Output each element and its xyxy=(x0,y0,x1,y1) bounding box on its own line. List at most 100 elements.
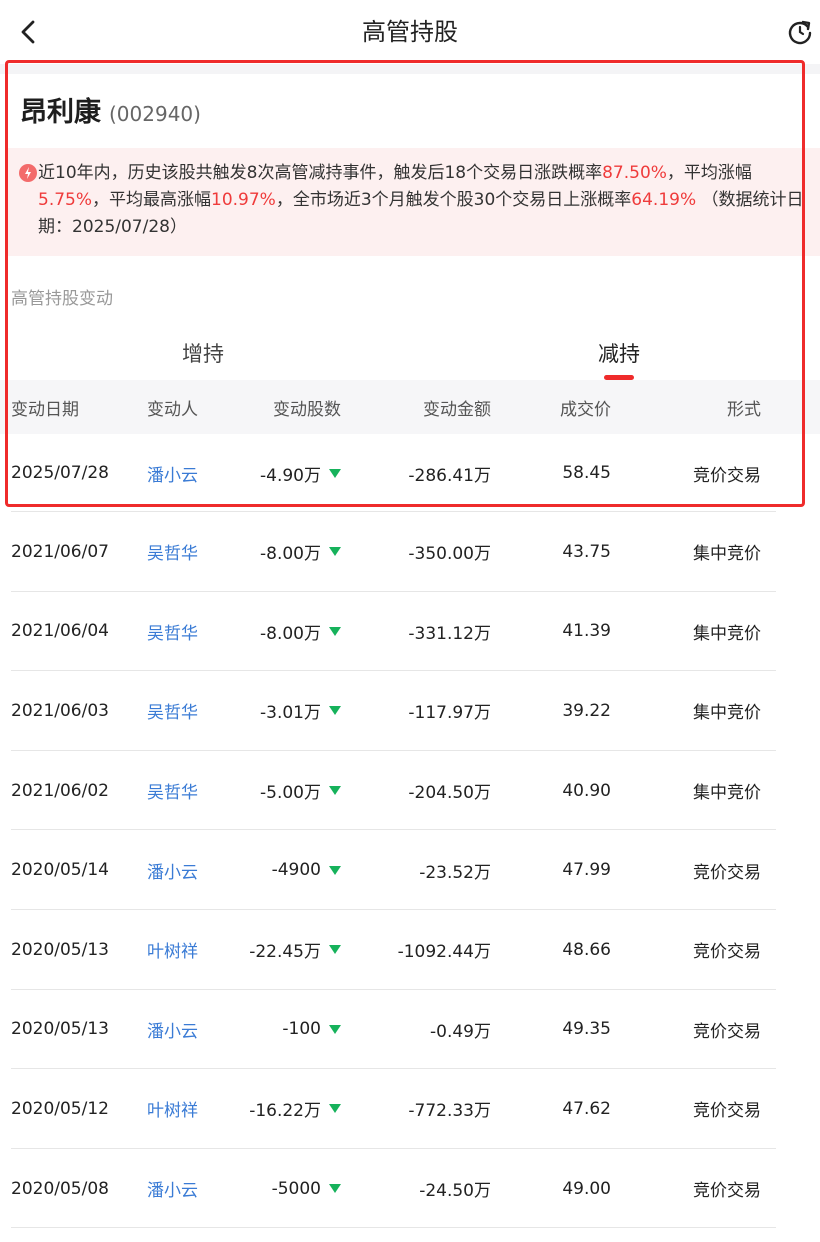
cell-amount: -772.33万 xyxy=(350,1069,491,1149)
cell-person-link[interactable]: 叶树祥 xyxy=(147,1069,198,1149)
cell-person-link-text: 吴哲华 xyxy=(147,544,198,565)
cell-price: 43.75 xyxy=(480,512,611,592)
table-row[interactable]: 2020/05/14 潘小云 -4900 -23.52万 47.99 竞价交易 xyxy=(0,830,820,910)
down-triangle-icon xyxy=(329,626,341,636)
column-header-person: 变动人 xyxy=(147,399,198,420)
section-title: 高管持股变动 xyxy=(11,289,113,309)
cell-date-text: 2020/05/12 xyxy=(11,1098,109,1119)
cell-amount: -286.41万 xyxy=(350,434,491,512)
cell-amount: -24.50万 xyxy=(350,1149,491,1229)
cell-form: 竞价交易 xyxy=(640,1069,761,1149)
cell-date-text: 2025/07/28 xyxy=(11,463,109,483)
cell-shares-text: -8.00万 xyxy=(260,544,321,565)
cell-amount: -204.50万 xyxy=(350,751,491,831)
tab-decrease[interactable]: 减持 xyxy=(544,330,694,378)
cell-person-link-text: 吴哲华 xyxy=(147,703,198,724)
table-row[interactable]: 2025/07/28 潘小云 -4.90万 -286.41万 58.45 竞价交易 xyxy=(0,434,820,512)
down-triangle-icon xyxy=(329,945,341,955)
cell-person-link[interactable]: 潘小云 xyxy=(147,830,198,910)
cell-shares-text: -5000 xyxy=(271,1178,321,1199)
cell-person-link[interactable]: 潘小云 xyxy=(147,1149,198,1229)
cell-price: 40.90 xyxy=(480,751,611,831)
cell-shares: -100 xyxy=(200,990,341,1070)
notice-text-1: 近10年内，历史该股共触发8次高管减持事件，触发后18个交易日涨跌概率 xyxy=(38,163,603,183)
cell-date: 2021/06/07 xyxy=(11,512,109,592)
column-header-date: 变动日期 xyxy=(11,399,79,420)
cell-amount: -1092.44万 xyxy=(350,910,491,990)
page-title: 高管持股 xyxy=(362,18,458,46)
table-row[interactable]: 2020/05/08 潘小云 -5000 -24.50万 49.00 竞价交易 xyxy=(0,1149,820,1229)
cell-amount-text: -331.12万 xyxy=(408,623,491,644)
cell-form-text: 集中竞价 xyxy=(693,783,761,804)
cell-shares-text: -100 xyxy=(282,1019,321,1040)
cell-shares-text: -8.00万 xyxy=(260,623,321,644)
down-triangle-icon xyxy=(329,786,341,796)
cell-shares-text: -4.90万 xyxy=(260,465,321,486)
cell-person-link[interactable]: 吴哲华 xyxy=(147,592,198,672)
cell-form-text: 竞价交易 xyxy=(693,1101,761,1122)
cell-date-text: 2021/06/03 xyxy=(11,700,109,721)
cell-person-link[interactable]: 叶树祥 xyxy=(147,910,198,990)
cell-date: 2021/06/02 xyxy=(11,751,109,831)
table-row[interactable]: 2020/05/13 潘小云 -100 -0.49万 49.35 竞价交易 xyxy=(0,990,820,1070)
table-row[interactable]: 2020/05/12 叶树祥 -16.22万 -772.33万 47.62 竞价交易 xyxy=(0,1069,820,1149)
column-header-price: 成交价 xyxy=(560,399,611,420)
cell-person-link[interactable]: 潘小云 xyxy=(147,434,198,512)
cell-date: 2020/05/13 xyxy=(11,990,109,1070)
refresh-button[interactable] xyxy=(784,16,816,48)
cell-amount-text: -772.33万 xyxy=(408,1101,491,1122)
cell-shares: -4.90万 xyxy=(200,434,341,512)
cell-date: 2020/05/14 xyxy=(11,830,109,910)
cell-form: 集中竞价 xyxy=(640,512,761,592)
down-triangle-icon xyxy=(329,706,341,716)
cell-amount: -0.49万 xyxy=(350,990,491,1070)
cell-price: 47.62 xyxy=(480,1069,611,1149)
cell-date: 2020/05/13 xyxy=(11,910,109,990)
cell-shares-text: -22.45万 xyxy=(249,942,321,963)
top-bar: 高管持股 xyxy=(0,0,820,64)
stock-header: 昂利康 (002940) xyxy=(20,90,201,130)
cell-shares-text: -5.00万 xyxy=(260,783,321,804)
cell-person-link[interactable]: 吴哲华 xyxy=(147,512,198,592)
cell-date: 2025/07/28 xyxy=(11,434,109,512)
cell-person-link[interactable]: 吴哲华 xyxy=(147,751,198,831)
cell-person-link-text: 叶树祥 xyxy=(147,942,198,963)
cell-form: 竞价交易 xyxy=(640,1149,761,1229)
table-row[interactable]: 2020/05/13 叶树祥 -22.45万 -1092.44万 48.66 竞价交易 xyxy=(0,910,820,990)
cell-shares: -16.22万 xyxy=(200,1069,341,1149)
cell-amount: -117.97万 xyxy=(350,671,491,751)
cell-date-text: 2021/06/07 xyxy=(11,541,109,562)
column-header-shares: 变动股数 xyxy=(273,399,341,420)
cell-price-text: 43.75 xyxy=(562,541,611,562)
cell-date-text: 2021/06/02 xyxy=(11,780,109,801)
table-row[interactable]: 2021/06/07 吴哲华 -8.00万 -350.00万 43.75 集中竞价 xyxy=(0,512,820,592)
cell-price: 39.22 xyxy=(480,671,611,751)
notice-avg-max-rise: 10.97% xyxy=(211,190,276,210)
divider xyxy=(0,64,820,74)
cell-form-text: 竞价交易 xyxy=(693,1021,761,1042)
table-body: 2025/07/28 潘小云 -4.90万 -286.41万 58.45 竞价交易 2021… xyxy=(0,434,820,1228)
cell-shares: -4900 xyxy=(200,830,341,910)
table-row[interactable]: 2021/06/03 吴哲华 -3.01万 -117.97万 39.22 集中竞价 xyxy=(0,671,820,751)
notice-text-3: ，平均最高涨幅 xyxy=(92,190,212,210)
cell-form-text: 竞价交易 xyxy=(693,942,761,963)
table-row[interactable]: 2021/06/04 吴哲华 -8.00万 -331.12万 41.39 集中竞价 xyxy=(0,592,820,672)
cell-form: 竞价交易 xyxy=(640,830,761,910)
cell-shares: -8.00万 xyxy=(200,512,341,592)
stock-code: (002940) xyxy=(109,102,201,126)
cell-person-link-text: 吴哲华 xyxy=(147,623,198,644)
cell-person-link[interactable]: 潘小云 xyxy=(147,990,198,1070)
cell-amount-text: -1092.44万 xyxy=(397,942,491,963)
cell-price-text: 41.39 xyxy=(562,621,611,642)
cell-person-link[interactable]: 吴哲华 xyxy=(147,671,198,751)
cell-form-text: 竞价交易 xyxy=(693,1181,761,1202)
cell-person-link-text: 潘小云 xyxy=(147,465,198,486)
notice-rise-probability: 87.50% xyxy=(602,163,667,183)
cell-form: 集中竞价 xyxy=(640,592,761,672)
table-row[interactable]: 2021/06/02 吴哲华 -5.00万 -204.50万 40.90 集中竞价 xyxy=(0,751,820,831)
cell-person-link-text: 潘小云 xyxy=(147,1181,198,1202)
tab-increase[interactable]: 增持 xyxy=(128,330,278,378)
cell-form-text: 竞价交易 xyxy=(693,862,761,883)
cell-form-text: 竞价交易 xyxy=(693,465,761,486)
cell-amount: -331.12万 xyxy=(350,592,491,672)
